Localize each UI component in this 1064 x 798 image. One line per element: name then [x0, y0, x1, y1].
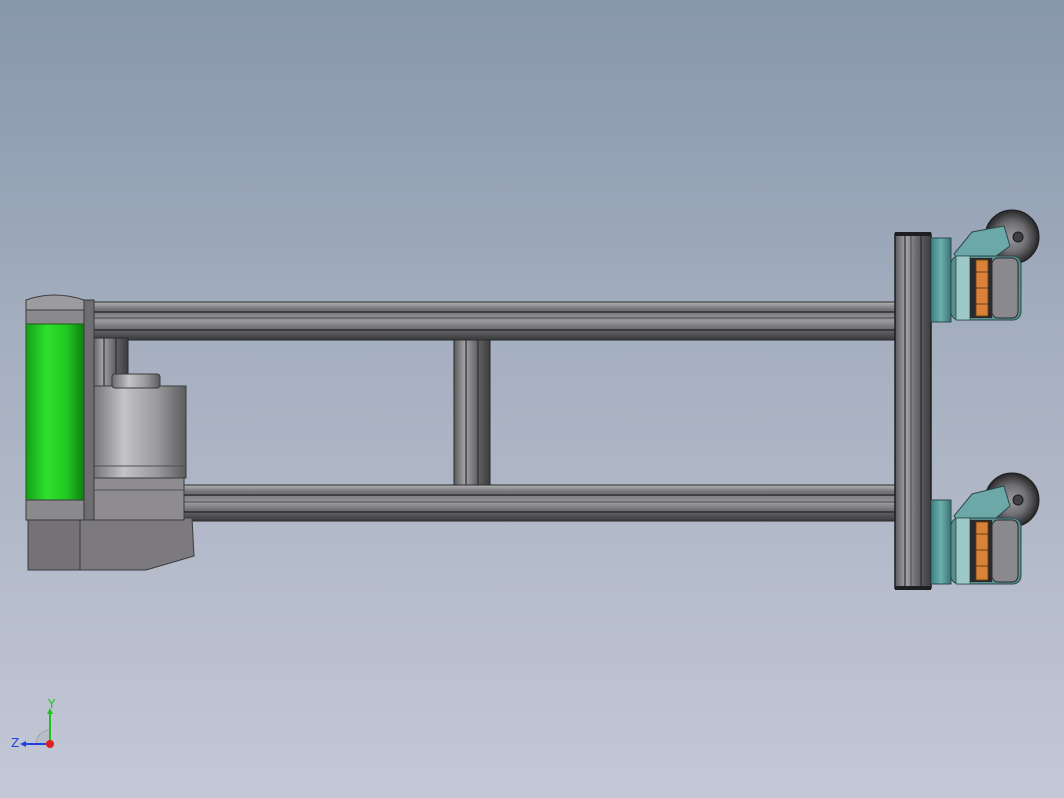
top-rail[interactable]: [83, 301, 899, 341]
caster-wheel-lower[interactable]: [930, 472, 1040, 585]
drive-motor[interactable]: [89, 373, 187, 479]
green-drive-roller[interactable]: [25, 294, 95, 521]
caster-wheel-upper[interactable]: [930, 209, 1040, 323]
y-axis-label: Y: [47, 697, 56, 711]
bottom-rail[interactable]: [179, 484, 899, 522]
x-axis-dot: [46, 740, 54, 748]
coordinate-triad[interactable]: Y Z: [8, 696, 68, 756]
z-axis-label: Z: [11, 736, 19, 750]
z-axis-arrowhead: [20, 741, 26, 747]
middle-cross-member[interactable]: [453, 339, 491, 486]
conveyor-assembly-model[interactable]: [0, 0, 1064, 798]
right-end-frame[interactable]: [894, 232, 932, 590]
cad-graphics-viewport[interactable]: Y Z: [0, 0, 1064, 798]
